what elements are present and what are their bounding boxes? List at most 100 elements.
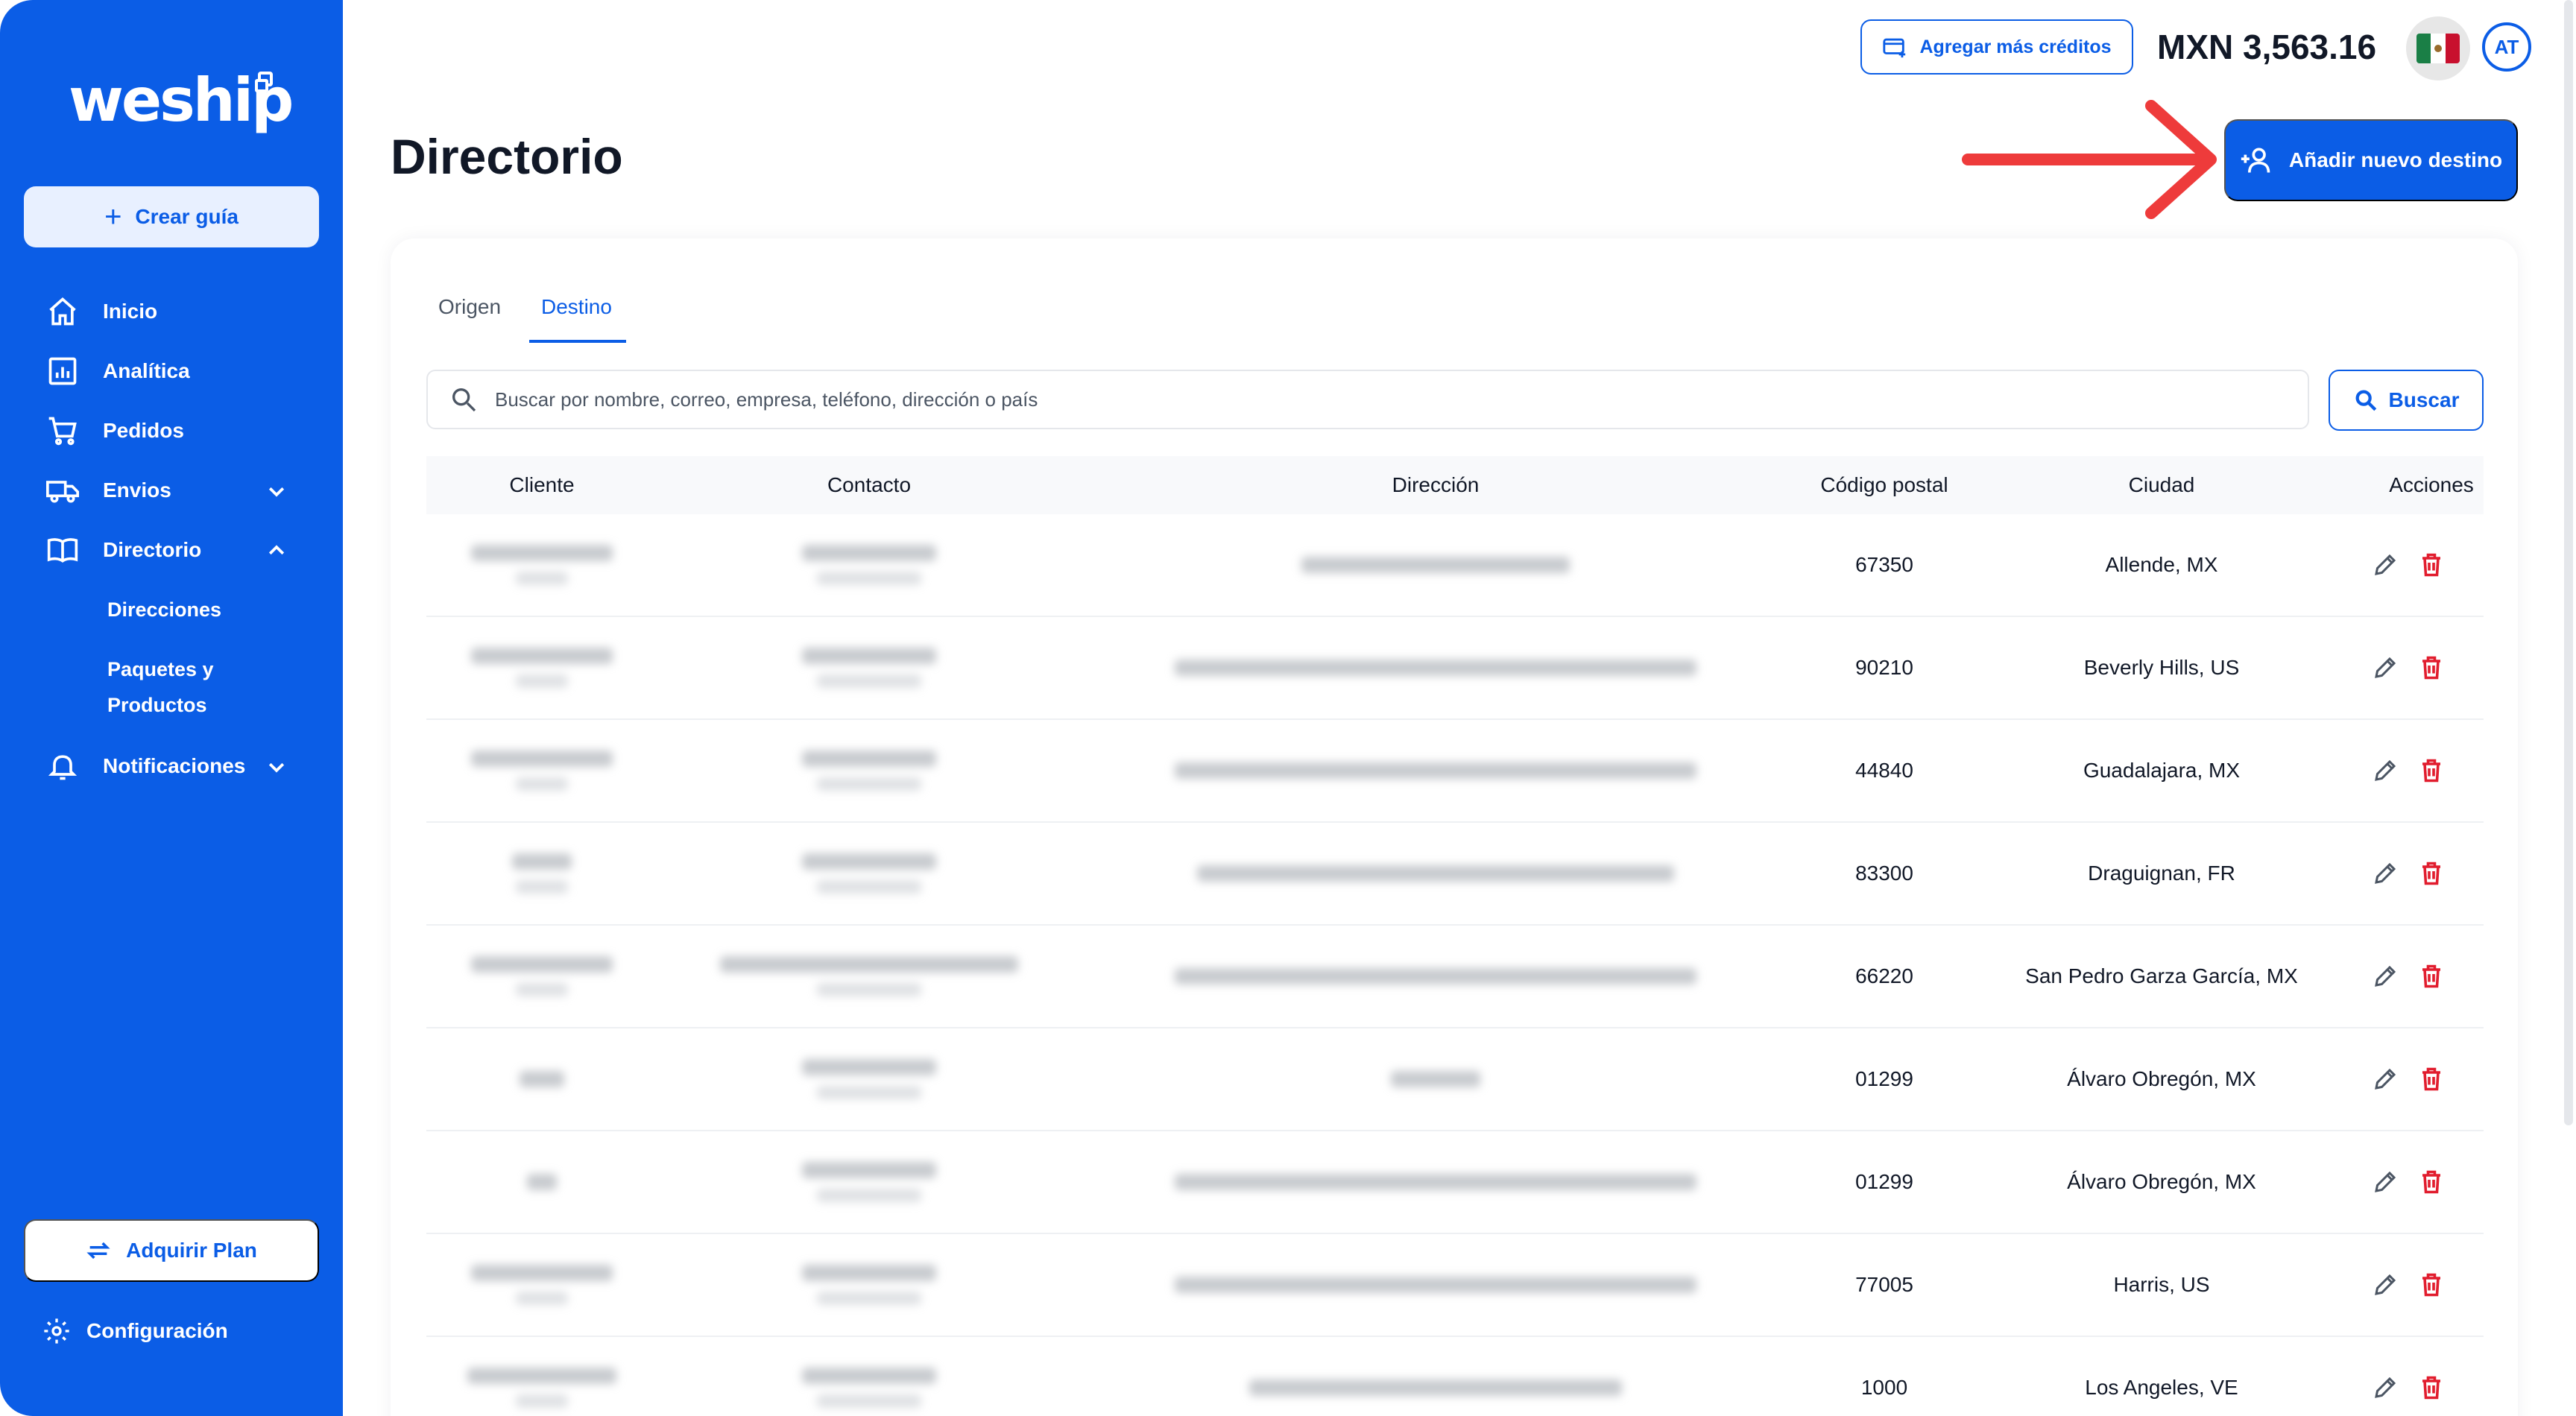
sidebar-item-label: Directorio: [103, 538, 202, 561]
tab-destino[interactable]: Destino: [541, 292, 612, 329]
acquire-plan-button[interactable]: Adquirir Plan: [24, 1219, 319, 1282]
sidebar-item-label: Pedidos: [103, 419, 184, 442]
edit-pencil-icon[interactable]: [2372, 963, 2399, 990]
postal-code-cell: 44840: [1855, 759, 1913, 782]
postal-code-cell: 77005: [1855, 1273, 1913, 1296]
table-row[interactable]: 01299 Álvaro Obregón, MX: [426, 1131, 2484, 1234]
client-cell-redacted: [471, 956, 613, 996]
edit-pencil-icon[interactable]: [2372, 654, 2399, 681]
postal-code-cell: 83300: [1855, 862, 1913, 885]
city-cell: Beverly Hills, US: [2083, 656, 2240, 679]
postal-code-cell: 01299: [1855, 1170, 1913, 1193]
client-cell-redacted: [467, 1368, 616, 1408]
avatar[interactable]: AT: [2482, 22, 2531, 72]
sidebar-item-envios[interactable]: Envios: [46, 468, 171, 513]
bell-icon: [48, 755, 78, 780]
postal-code-cell: 66220: [1855, 964, 1913, 987]
sidebar-subitem-productos[interactable]: Productos: [107, 687, 207, 723]
postal-code-cell: 90210: [1855, 656, 1913, 679]
edit-pencil-icon[interactable]: [2372, 1066, 2399, 1093]
sidebar-subitem-direcciones[interactable]: Direcciones: [107, 592, 221, 628]
delete-trash-icon[interactable]: [2418, 1066, 2445, 1093]
page-scrollbar[interactable]: [2564, 0, 2573, 1125]
create-guide-button[interactable]: + Crear guía: [24, 186, 319, 247]
edit-pencil-icon[interactable]: [2372, 551, 2399, 578]
address-cell-redacted: [1301, 557, 1570, 573]
table-row[interactable]: 01299 Álvaro Obregón, MX: [426, 1028, 2484, 1131]
mexico-flag-icon[interactable]: [2406, 16, 2470, 80]
page-title: Directorio: [391, 129, 623, 184]
contact-cell-redacted: [802, 1368, 936, 1408]
edit-pencil-icon[interactable]: [2372, 757, 2399, 784]
chevron-up-icon[interactable]: [265, 540, 288, 562]
search-icon: [452, 388, 476, 412]
chevron-down-icon[interactable]: [265, 756, 288, 778]
delete-trash-icon[interactable]: [2418, 1374, 2445, 1401]
delete-trash-icon[interactable]: [2418, 654, 2445, 681]
sidebar-item-inicio[interactable]: Inicio: [46, 289, 157, 334]
address-cell-redacted: [1249, 1379, 1622, 1396]
acquire-plan-label: Adquirir Plan: [126, 1239, 257, 1262]
table-row[interactable]: 44840 Guadalajara, MX: [426, 720, 2484, 823]
table-row[interactable]: 90210 Beverly Hills, US: [426, 617, 2484, 720]
address-cell-redacted: [1175, 968, 1696, 984]
delete-trash-icon[interactable]: [2418, 1169, 2445, 1195]
postal-code-cell: 1000: [1860, 1376, 1908, 1399]
delete-trash-icon[interactable]: [2418, 1271, 2445, 1298]
address-cell-redacted: [1175, 660, 1696, 676]
edit-pencil-icon[interactable]: [2372, 1374, 2399, 1401]
sidebar: weship + Crear guía Inicio Analítica Ped…: [0, 0, 343, 1416]
sidebar-item-directorio[interactable]: Directorio: [46, 528, 201, 572]
credit-card-icon: [1883, 38, 1906, 58]
delete-trash-icon[interactable]: [2418, 551, 2445, 578]
sidebar-subitem-paquetes[interactable]: Paquetes y: [107, 651, 214, 687]
delete-trash-icon[interactable]: [2418, 860, 2445, 887]
table-row[interactable]: 77005 Harris, US: [426, 1234, 2484, 1337]
search-button[interactable]: Buscar: [2329, 370, 2484, 431]
chevron-down-icon[interactable]: [265, 480, 288, 502]
column-header-ciudad[interactable]: Ciudad: [2129, 456, 2195, 514]
sidebar-item-analitica[interactable]: Analítica: [46, 349, 190, 393]
search-icon: [2355, 390, 2376, 411]
edit-pencil-icon[interactable]: [2372, 860, 2399, 887]
create-guide-label: Crear guía: [135, 205, 239, 228]
client-cell-redacted: [471, 1265, 613, 1305]
sidebar-item-pedidos[interactable]: Pedidos: [46, 408, 184, 453]
contact-cell-redacted: [802, 545, 936, 585]
delete-trash-icon[interactable]: [2418, 757, 2445, 784]
tab-origen[interactable]: Origen: [438, 292, 501, 329]
add-new-destination-button[interactable]: Añadir nuevo destino: [2224, 119, 2518, 201]
contact-cell-redacted: [720, 956, 1018, 996]
sidebar-item-notificaciones[interactable]: Notificaciones: [46, 744, 245, 788]
book-icon: [47, 538, 78, 563]
contact-cell-redacted: [802, 1059, 936, 1099]
contact-cell-redacted: [802, 1162, 936, 1202]
sidebar-item-configuracion[interactable]: Configuración: [42, 1316, 228, 1346]
add-new-destination-label: Añadir nuevo destino: [2288, 148, 2503, 171]
table-row[interactable]: 1000 Los Angeles, VE: [426, 1337, 2484, 1416]
client-cell-redacted: [512, 853, 572, 894]
client-cell-redacted: [520, 1071, 564, 1087]
column-header-cliente[interactable]: Cliente: [509, 456, 574, 514]
sidebar-item-label: Analítica: [103, 359, 190, 382]
city-cell: Draguignan, FR: [2088, 862, 2235, 885]
client-cell-redacted: [471, 545, 613, 585]
contact-cell-redacted: [802, 750, 936, 791]
table-row[interactable]: 67350 Allende, MX: [426, 514, 2484, 617]
column-header-contacto[interactable]: Contacto: [827, 456, 911, 514]
column-header-codigo-postal[interactable]: Código postal: [1820, 456, 1948, 514]
city-cell: Guadalajara, MX: [2083, 759, 2241, 782]
column-header-direccion[interactable]: Dirección: [1392, 456, 1480, 514]
cart-icon: [48, 417, 77, 446]
search-input[interactable]: [495, 388, 2209, 411]
client-cell-redacted: [527, 1174, 557, 1190]
add-credits-button[interactable]: Agregar más créditos: [1860, 19, 2133, 75]
delete-trash-icon[interactable]: [2418, 963, 2445, 990]
sidebar-item-label: Inicio: [103, 300, 158, 323]
table-header: Cliente Contacto Dirección Código postal…: [426, 456, 2484, 514]
edit-pencil-icon[interactable]: [2372, 1271, 2399, 1298]
table-row[interactable]: 66220 San Pedro Garza García, MX: [426, 926, 2484, 1028]
city-cell: Álvaro Obregón, MX: [2067, 1170, 2256, 1193]
table-row[interactable]: 83300 Draguignan, FR: [426, 823, 2484, 926]
edit-pencil-icon[interactable]: [2372, 1169, 2399, 1195]
